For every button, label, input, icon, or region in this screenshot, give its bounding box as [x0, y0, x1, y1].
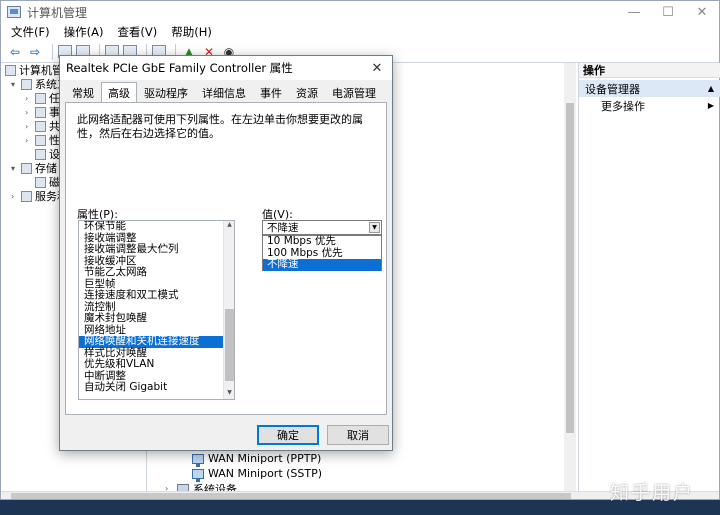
- list-item[interactable]: 接收端调整最大伫列: [79, 243, 234, 256]
- tools-icon: [21, 78, 32, 90]
- scrollbar-thumb[interactable]: [566, 103, 574, 433]
- tree-item-shared-folders[interactable]: › 共: [25, 119, 60, 133]
- list-item[interactable]: WAN Miniport (PPTP): [192, 451, 321, 467]
- dialog-close-button[interactable]: ✕: [368, 59, 386, 77]
- combobox-value: 不降速: [267, 222, 299, 234]
- computer-icon: [5, 64, 16, 76]
- tab-general[interactable]: 常规: [65, 84, 101, 102]
- tab-power-management[interactable]: 电源管理: [325, 84, 383, 102]
- network-adapter-icon: [192, 468, 204, 482]
- value-combobox[interactable]: 不降速 ▼: [262, 220, 382, 235]
- chevron-right-icon[interactable]: ›: [25, 94, 35, 103]
- close-button[interactable]: ✕: [685, 1, 719, 23]
- menu-bar: 文件(F) 操作(A) 查看(V) 帮助(H): [1, 23, 719, 41]
- list-item[interactable]: 节能乙太网路: [79, 266, 234, 279]
- tab-details[interactable]: 详细信息: [195, 84, 253, 102]
- menu-action[interactable]: 操作(A): [64, 24, 104, 40]
- shared-folder-icon: [35, 120, 46, 132]
- adapter-properties-dialog: Realtek PCIe GbE Family Controller 属性 ✕ …: [59, 55, 393, 451]
- list-item-selected[interactable]: 网络唤醒和关机连接速度: [79, 335, 234, 348]
- performance-icon: [35, 134, 46, 146]
- tree-item-task-scheduler[interactable]: › 任: [25, 91, 60, 105]
- tab-advanced[interactable]: 高级: [101, 82, 137, 102]
- value-dropdown-list[interactable]: 10 Mbps 优先 100 Mbps 优先 不降速: [262, 235, 382, 271]
- collapse-triangle-icon[interactable]: ▲: [708, 84, 714, 93]
- watermark: 知乎用户: [610, 482, 695, 504]
- property-listbox[interactable]: 环保节能 接收端调整 接收端调整最大伫列 接收缓冲区 节能乙太网路 巨型帧 连接…: [78, 220, 235, 400]
- description-text: 此网络适配器可使用下列属性。在左边单击你想要更改的属性，然后在右边选择它的值。: [77, 113, 363, 140]
- chevron-right-icon[interactable]: ›: [25, 136, 35, 145]
- dialog-title: Realtek PCIe GbE Family Controller 属性: [66, 61, 293, 75]
- list-scrollbar[interactable]: ▲ ▼: [223, 221, 234, 399]
- chevron-right-icon[interactable]: ›: [25, 108, 35, 117]
- tree-item-event-viewer[interactable]: › 事: [25, 105, 60, 119]
- chevron-down-icon[interactable]: ▾: [11, 80, 21, 89]
- scrollbar-thumb[interactable]: [225, 309, 234, 381]
- event-icon: [35, 106, 46, 118]
- disk-icon: [35, 176, 46, 188]
- tab-events[interactable]: 事件: [253, 84, 289, 102]
- list-item[interactable]: 环保节能: [79, 221, 234, 233]
- clock-icon: [35, 92, 46, 104]
- scroll-down-icon[interactable]: ▼: [224, 389, 234, 399]
- chevron-down-icon[interactable]: ▾: [11, 164, 21, 173]
- network-adapter-icon: [192, 453, 204, 467]
- minimize-button[interactable]: —: [617, 1, 651, 23]
- dialog-title-bar: Realtek PCIe GbE Family Controller 属性 ✕: [60, 56, 392, 80]
- device-manager-icon: [35, 148, 46, 160]
- menu-view[interactable]: 查看(V): [117, 24, 157, 40]
- list-item[interactable]: 连接速度和双工模式: [79, 289, 234, 302]
- chevron-right-icon[interactable]: ›: [11, 192, 21, 201]
- ok-button[interactable]: 确定: [257, 425, 319, 445]
- dropdown-option[interactable]: 10 Mbps 优先: [263, 235, 381, 248]
- tab-strip: 常规 高级 驱动程序 详细信息 事件 资源 电源管理: [65, 82, 383, 102]
- toolbar-separator: [52, 43, 53, 60]
- computer-management-icon: [7, 6, 21, 18]
- scroll-up-icon[interactable]: ▲: [224, 221, 234, 231]
- tree-item-disk-management[interactable]: 磁: [25, 175, 60, 189]
- scrollbar-thumb[interactable]: [11, 493, 571, 499]
- chevron-right-icon[interactable]: ›: [25, 122, 35, 131]
- actions-pane: 操作 设备管理器 ▲ 更多操作 ▶: [578, 63, 720, 493]
- advanced-tab-panel: 此网络适配器可使用下列属性。在左边单击你想要更改的属性，然后在右边选择它的值。 …: [65, 102, 387, 415]
- maximize-button[interactable]: ☐: [651, 1, 685, 23]
- dropdown-option-selected[interactable]: 不降速: [263, 258, 381, 271]
- menu-help[interactable]: 帮助(H): [171, 24, 212, 40]
- tab-driver[interactable]: 驱动程序: [137, 84, 195, 102]
- title-bar: 计算机管理 — ☐ ✕: [1, 1, 719, 23]
- menu-file[interactable]: 文件(F): [11, 24, 50, 40]
- cancel-button[interactable]: 取消: [327, 425, 389, 445]
- list-item[interactable]: 自动关闭 Gigabit: [79, 381, 234, 394]
- list-item[interactable]: 优先级和VLAN: [79, 358, 234, 371]
- tab-resources[interactable]: 资源: [289, 84, 325, 102]
- list-item[interactable]: 魔术封包唤醒: [79, 312, 234, 325]
- storage-icon: [21, 162, 32, 174]
- actions-section-device-manager[interactable]: 设备管理器 ▲: [579, 80, 720, 97]
- action-more-actions[interactable]: 更多操作 ▶: [579, 97, 720, 114]
- services-icon: [21, 190, 32, 202]
- back-arrow-icon[interactable]: ⇦: [7, 44, 23, 60]
- window-title: 计算机管理: [27, 5, 88, 20]
- window-controls: — ☐ ✕: [617, 1, 719, 23]
- tree-item-performance[interactable]: › 性: [25, 133, 60, 147]
- chevron-down-icon[interactable]: ▼: [369, 222, 380, 233]
- submenu-triangle-icon: ▶: [707, 101, 714, 110]
- vertical-scrollbar[interactable]: [564, 63, 576, 493]
- tree-item-storage[interactable]: ▾ 存储: [11, 161, 57, 175]
- forward-arrow-icon[interactable]: ⇨: [27, 44, 43, 60]
- list-item[interactable]: WAN Miniport (SSTP): [192, 466, 322, 482]
- actions-header: 操作: [579, 63, 720, 78]
- tree-item-device-manager[interactable]: 设: [25, 147, 60, 161]
